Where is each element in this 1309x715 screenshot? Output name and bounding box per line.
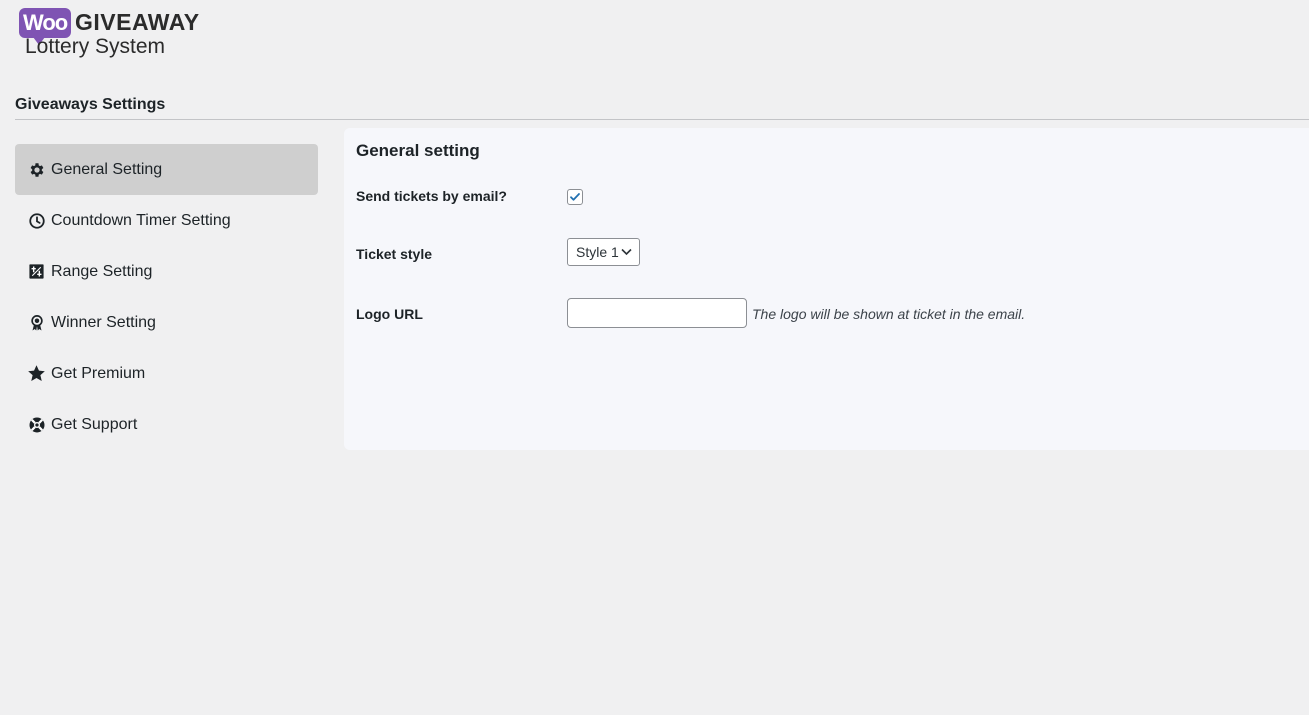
- sidebar-item-label: Range Setting: [51, 262, 153, 280]
- brand-title: GIVEAWAY: [75, 9, 200, 35]
- sidebar-item-label: General Setting: [51, 160, 163, 178]
- gear-icon: [27, 160, 46, 179]
- ticket-style-label: Ticket style: [356, 246, 433, 262]
- ticket-style-select[interactable]: Style 1: [567, 238, 640, 266]
- sidebar-item-label: Get Support: [51, 415, 138, 433]
- award-icon: [27, 313, 46, 332]
- sidebar-item-winner-setting[interactable]: Winner Setting: [15, 297, 318, 348]
- ticket-style-value: Style 1: [576, 244, 619, 260]
- star-icon: [27, 364, 46, 383]
- woo-logo-mark: Woo: [19, 8, 72, 45]
- logo-url-description: The logo will be shown at ticket in the …: [752, 306, 1026, 322]
- settings-sidebar: General Setting Countdown Timer Setting …: [15, 144, 318, 450]
- title-divider: [15, 119, 1309, 120]
- page-title: Giveaways Settings: [15, 96, 166, 113]
- clock-icon: [27, 211, 46, 230]
- panel-title: General setting: [356, 141, 480, 160]
- sidebar-item-general-setting[interactable]: General Setting: [15, 144, 318, 195]
- logo-url-label: Logo URL: [356, 306, 423, 322]
- send-tickets-label: Send tickets by email?: [356, 188, 507, 204]
- logo-url-input[interactable]: [567, 298, 747, 328]
- brand-subtitle: Lottery System: [25, 35, 166, 58]
- sidebar-item-get-support[interactable]: Get Support: [15, 399, 318, 450]
- sidebar-item-get-premium[interactable]: Get Premium: [15, 348, 318, 399]
- lifebuoy-icon: [27, 415, 46, 434]
- general-setting-panel: General setting Send tickets by email? T…: [344, 128, 1309, 450]
- range-icon: [27, 262, 46, 281]
- checkmark-icon: [570, 193, 580, 201]
- brand-logo: Woo GIVEAWAY Lottery System: [19, 8, 219, 64]
- chevron-down-icon: [621, 248, 632, 256]
- sidebar-item-label: Winner Setting: [51, 313, 156, 331]
- send-tickets-checkbox[interactable]: [567, 189, 583, 205]
- sidebar-item-label: Get Premium: [51, 364, 146, 382]
- sidebar-item-label: Countdown Timer Setting: [51, 211, 231, 229]
- sidebar-item-range-setting[interactable]: Range Setting: [15, 246, 318, 297]
- sidebar-item-countdown-timer-setting[interactable]: Countdown Timer Setting: [15, 195, 318, 246]
